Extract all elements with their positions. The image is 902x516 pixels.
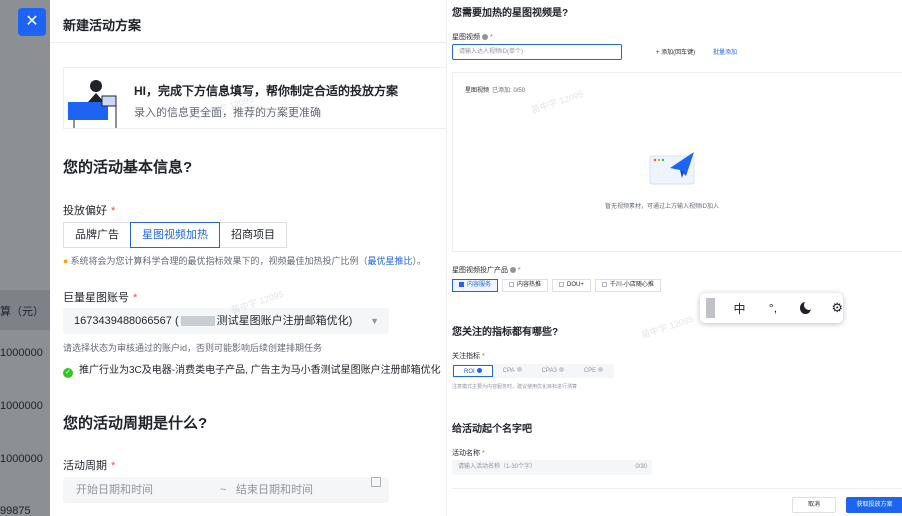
campaign-name-input[interactable]: 请输入活动名称（1-30个字） 0/30 bbox=[452, 460, 652, 475]
chevron-down-icon: ▼ bbox=[370, 316, 379, 326]
person-laptop-illustration bbox=[68, 80, 117, 128]
help-icon bbox=[598, 367, 604, 372]
right-form-panel: 您需要加热的星图视频是? 星图视频 * 请输入达人视频ID(单个) + 添加(回车… bbox=[446, 0, 902, 516]
hero-title: HI，完成下方信息填写，帮你制定合适的投放方案 bbox=[134, 84, 399, 98]
background-cell: 1000000 bbox=[0, 347, 43, 359]
help-icon bbox=[482, 34, 488, 40]
video-heading: 您需要加热的星图视频是? bbox=[452, 8, 569, 19]
video-id-input[interactable]: 请输入达人视频ID(单个) bbox=[452, 44, 622, 60]
paper-plane-empty-icon bbox=[649, 152, 695, 185]
ime-language-toggle[interactable]: 中 bbox=[733, 300, 747, 317]
account-select[interactable]: 1673439488066567 (测试星图账户注册邮箱优化) ▼ bbox=[63, 308, 389, 334]
cancel-button[interactable]: 取消 bbox=[792, 497, 836, 513]
add-video-button[interactable]: + 添加(回车键) bbox=[656, 47, 695, 56]
help-icon bbox=[510, 267, 516, 273]
product-checkbox-group: 内容服务 内容热推 DOU+ 千川-小店随心推 bbox=[452, 279, 665, 292]
drag-handle[interactable] bbox=[706, 298, 715, 318]
metric-heading: 您关注的指标都有哪些? bbox=[452, 327, 559, 338]
metric-option-cpa[interactable]: CPA bbox=[493, 365, 532, 377]
optimal-ratio-link[interactable]: 最优星推比 bbox=[367, 256, 412, 266]
help-icon bbox=[476, 368, 482, 373]
video-list-header: 星图视频 已添加: 0/50 bbox=[465, 88, 526, 94]
empty-state-text: 暂无视频素材，可通过上方输入视频ID加入 bbox=[605, 204, 720, 210]
ime-toolbar[interactable]: 中 °, ⚙ bbox=[700, 293, 843, 323]
pref-option-investment[interactable]: 招商项目 bbox=[219, 222, 287, 248]
basic-info-heading: 您的活动基本信息? bbox=[63, 159, 193, 176]
background-cell: 1000000 bbox=[0, 400, 43, 412]
date-range-picker[interactable]: 开始日期和时间 ~ 结束日期和时间 bbox=[63, 477, 389, 503]
help-icon bbox=[558, 367, 564, 372]
divider bbox=[50, 42, 446, 43]
name-label: 活动名称 * bbox=[452, 450, 485, 457]
product-checkbox-content-hot[interactable]: 内容热推 bbox=[502, 279, 549, 292]
blurred-text bbox=[180, 316, 215, 327]
preference-segmented: 品牌广告 星图视频加热 招商项目 bbox=[63, 222, 287, 248]
account-label: 巨量星图账号 * bbox=[63, 292, 138, 304]
end-date-input[interactable]: 结束日期和时间 bbox=[236, 477, 313, 503]
metric-option-cpe[interactable]: CPE bbox=[574, 365, 613, 377]
product-label: 星图视频投广产品 * bbox=[452, 267, 521, 274]
account-verified-line: ✓ 推广行业为3C及电器-消费类电子产品, 广告主为马小香测试星图账户注册邮箱优化 bbox=[63, 361, 441, 378]
batch-add-link[interactable]: 批量添加 bbox=[713, 47, 737, 56]
start-date-input[interactable]: 开始日期和时间 bbox=[76, 477, 153, 503]
period-heading: 您的活动周期是什么? bbox=[63, 415, 208, 432]
char-counter: 0/30 bbox=[635, 464, 647, 470]
divider bbox=[452, 488, 902, 489]
gear-icon[interactable]: ⚙ bbox=[831, 300, 843, 316]
hero-banner: HI，完成下方信息填写，帮你制定合适的投放方案 录入的信息更全面，推荐的方案更准… bbox=[63, 67, 446, 129]
preference-label: 投放偏好 * bbox=[63, 205, 116, 217]
moon-icon[interactable] bbox=[799, 300, 814, 314]
background-cell: 99875 bbox=[0, 505, 31, 516]
background-column-header: 算（元） bbox=[0, 306, 44, 318]
metric-option-cpa3[interactable]: CPA3 bbox=[532, 365, 574, 377]
pref-option-video-boost[interactable]: 星图视频加热 bbox=[130, 222, 220, 248]
metric-label: 关注指标 * bbox=[452, 353, 485, 360]
metric-option-roi[interactable]: ROI bbox=[453, 365, 493, 377]
account-hint: 请选择状态为审核通过的账户id，否则可能影响后续创建排期任务 bbox=[63, 343, 323, 353]
lightbulb-icon: ● bbox=[63, 256, 69, 266]
pref-option-brand[interactable]: 品牌广告 bbox=[63, 222, 131, 248]
product-checkbox-content-service[interactable]: 内容服务 bbox=[452, 279, 499, 292]
product-checkbox-qianchuan[interactable]: 千川-小店随心推 bbox=[594, 279, 661, 292]
metric-segmented: ROI CPA CPA3 CPE bbox=[452, 364, 615, 378]
close-icon[interactable]: ✕ bbox=[18, 8, 46, 36]
help-icon bbox=[516, 367, 522, 372]
check-circle-icon: ✓ bbox=[63, 368, 73, 378]
drawer-title: 新建活动方案 bbox=[63, 18, 142, 33]
video-label: 星图视频 * bbox=[452, 34, 493, 41]
calendar-icon bbox=[371, 477, 381, 487]
product-checkbox-dou[interactable]: DOU+ bbox=[552, 279, 591, 292]
video-list-box: 星图视频 已添加: 0/50 暂无视频素材，可通过上方输入视频ID加入 bbox=[452, 72, 902, 252]
preference-hint: ● 系统将会为您计算科学合理的最优指标效果下的，视频最佳加热投广比例（最优星推比）… bbox=[63, 256, 426, 266]
hero-subtitle: 录入的信息更全面，推荐的方案更准确 bbox=[134, 107, 321, 119]
background-cell: 1000000 bbox=[0, 453, 43, 465]
metric-note: 注意模式主要为内容服务时，建议使用优化目标进行测算 bbox=[452, 384, 578, 390]
ime-punctuation-toggle[interactable]: °, bbox=[766, 301, 780, 315]
left-form-panel: 新建活动方案 HI，完成下方信息填写，帮你制定合适的投放方案 录入的信息更全面，… bbox=[50, 0, 446, 516]
name-heading: 给活动起个名字吧 bbox=[452, 424, 532, 435]
get-plan-button[interactable]: 获取投放方案 bbox=[846, 497, 902, 513]
background-table bbox=[0, 0, 50, 516]
range-separator: ~ bbox=[220, 484, 227, 496]
period-label: 活动周期 * bbox=[63, 460, 116, 472]
